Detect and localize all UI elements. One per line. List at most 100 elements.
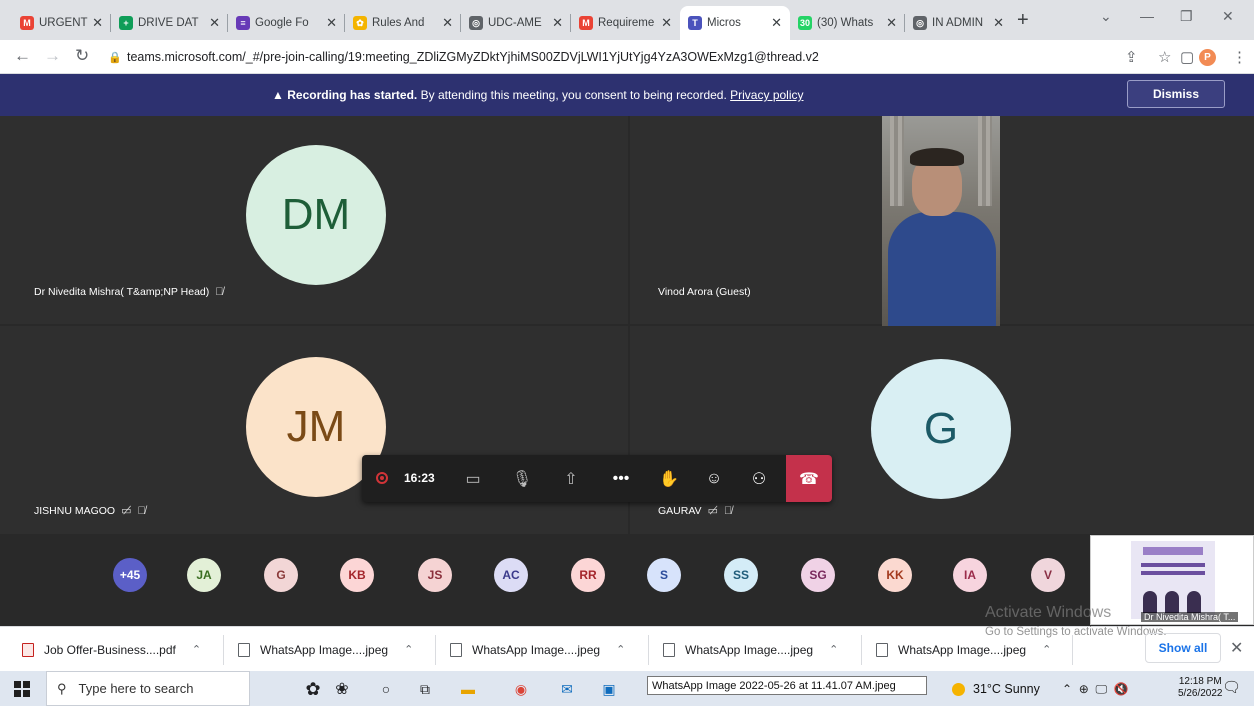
download-options-chevron-icon[interactable]: ⌃ bbox=[616, 643, 625, 656]
participant-avatar-chip[interactable]: KB bbox=[340, 558, 374, 592]
chrome-icon[interactable]: ◉ bbox=[510, 678, 532, 700]
participant-avatar-chip[interactable]: SG bbox=[801, 558, 835, 592]
participant-avatar-chip[interactable]: IA bbox=[953, 558, 987, 592]
globe-icon: ◎ bbox=[469, 16, 483, 30]
hang-up-button[interactable]: ☎ bbox=[786, 455, 832, 502]
browser-tab[interactable]: ✿ Rules And ✕ bbox=[345, 6, 461, 40]
share-icon[interactable]: ⇪ bbox=[1125, 48, 1138, 66]
participant-tile-jm[interactable]: JM JISHNU MAGOO ▭̸ 🎙̸ bbox=[0, 326, 628, 534]
bookmark-star-icon[interactable]: ☆ bbox=[1158, 48, 1171, 66]
taskbar-tooltip: WhatsApp Image 2022-05-26 at 11.41.07 AM… bbox=[647, 676, 927, 695]
system-tray[interactable]: ⌃ ⊕ 🖵 🔇 bbox=[1062, 682, 1129, 697]
mail-icon[interactable]: ✉ bbox=[556, 678, 578, 700]
bee-icon[interactable]: ❀ bbox=[331, 678, 353, 700]
shared-content-thumbnail[interactable]: Dr Nivedita Mishra( T... bbox=[1090, 535, 1254, 625]
volume-muted-icon[interactable]: 🔇 bbox=[1114, 682, 1129, 696]
download-options-chevron-icon[interactable]: ⌃ bbox=[829, 643, 838, 656]
url-text: teams.microsoft.com/_#/pre-join-calling/… bbox=[127, 50, 819, 64]
menu-dots-icon[interactable]: ⋮ bbox=[1232, 48, 1247, 66]
close-tab-icon[interactable]: ✕ bbox=[886, 15, 897, 31]
taskbar-search-box[interactable]: ⚲ Type here to search bbox=[46, 671, 250, 706]
camera-toggle-button[interactable]: ▭ bbox=[456, 455, 490, 502]
download-options-chevron-icon[interactable]: ⌃ bbox=[404, 643, 413, 656]
close-tab-icon[interactable]: ✕ bbox=[661, 15, 672, 31]
back-icon[interactable]: ← bbox=[14, 46, 31, 66]
participant-avatar-chip[interactable]: KK bbox=[878, 558, 912, 592]
close-download-bar-icon[interactable]: ✕ bbox=[1230, 638, 1243, 658]
participant-avatar-chip[interactable]: JS bbox=[418, 558, 452, 592]
participant-avatar-chip[interactable]: G bbox=[264, 558, 298, 592]
cortana-icon[interactable]: ○ bbox=[375, 678, 397, 700]
browser-tab-bar: M URGENT a ✕ + DRIVE DAT ✕ ≡ Google Fo ✕ ✿ Rules A… bbox=[0, 0, 1254, 40]
download-item[interactable]: WhatsApp Image....jpeg ⌃ bbox=[663, 627, 838, 672]
close-tab-icon[interactable]: ✕ bbox=[326, 15, 337, 31]
store-icon[interactable]: ▣ bbox=[598, 678, 620, 700]
participant-avatar-chip[interactable]: S bbox=[647, 558, 681, 592]
dismiss-button[interactable]: Dismiss bbox=[1127, 80, 1225, 108]
reload-icon[interactable]: ↻ bbox=[75, 46, 89, 66]
gmail-icon: M bbox=[579, 16, 593, 30]
browser-tab[interactable]: M Requireme ✕ bbox=[571, 6, 680, 40]
forward-icon[interactable]: → bbox=[44, 46, 61, 66]
close-window-button[interactable]: ✕ bbox=[1222, 8, 1234, 25]
share-screen-button[interactable]: ⇧ bbox=[554, 455, 588, 502]
browser-tab[interactable]: 30 (30) Whats ✕ bbox=[790, 6, 905, 40]
download-item[interactable]: Job Offer-Business....pdf ⌃ bbox=[22, 627, 201, 672]
activate-windows-watermark: Activate Windows bbox=[985, 604, 1112, 621]
privacy-policy-link[interactable]: Privacy policy bbox=[730, 88, 803, 102]
participant-avatar-chip[interactable]: V bbox=[1031, 558, 1065, 592]
participant-tile-dm[interactable]: DM Dr Nivedita Mishra( T&amp;NP Head) 🎙̸ bbox=[0, 116, 628, 324]
minimize-button[interactable]: — bbox=[1140, 8, 1154, 24]
participant-avatar-chip[interactable]: AC bbox=[494, 558, 528, 592]
browser-tab[interactable]: T Micros ✕ bbox=[680, 6, 790, 40]
file-explorer-icon[interactable]: ▬ bbox=[457, 678, 479, 700]
download-options-chevron-icon[interactable]: ⌃ bbox=[1042, 643, 1051, 656]
close-tab-icon[interactable]: ✕ bbox=[92, 15, 103, 31]
windows-start-icon[interactable] bbox=[14, 681, 30, 697]
participant-name: Vinod Arora (Guest) bbox=[658, 286, 751, 298]
sidepanel-icon[interactable]: ▢ bbox=[1180, 48, 1194, 66]
download-item[interactable]: WhatsApp Image....jpeg ⌃ bbox=[238, 627, 413, 672]
task-view-icon[interactable]: ⧉ bbox=[414, 678, 436, 700]
browser-tab[interactable]: ◎ UDC-AME ✕ bbox=[461, 6, 571, 40]
chat-button[interactable]: ☺ bbox=[697, 455, 731, 502]
close-tab-icon[interactable]: ✕ bbox=[442, 15, 453, 31]
browser-tab[interactable]: ◎ IN ADMIN ✕ bbox=[905, 6, 1012, 40]
download-item[interactable]: WhatsApp Image....jpeg ⌃ bbox=[450, 627, 625, 672]
participants-button[interactable]: ⚇ bbox=[742, 455, 776, 502]
participant-avatar-chip[interactable]: RR bbox=[571, 558, 605, 592]
url-field[interactable]: 🔒 teams.microsoft.com/_#/pre-join-callin… bbox=[108, 45, 1108, 69]
mic-toggle-button[interactable]: 🎙 bbox=[505, 455, 539, 502]
new-tab-button[interactable]: + bbox=[1017, 9, 1029, 32]
participant-avatar-chip[interactable]: SS bbox=[724, 558, 758, 592]
tab-title: (30) Whats bbox=[817, 17, 874, 29]
download-options-chevron-icon[interactable]: ⌃ bbox=[192, 643, 201, 656]
tray-chevron-icon[interactable]: ⌃ bbox=[1062, 682, 1072, 696]
clock-date: 5/26/2022 bbox=[1178, 688, 1223, 699]
meet-now-icon[interactable]: ⊕ bbox=[1079, 682, 1089, 696]
maximize-button[interactable]: ❐ bbox=[1180, 8, 1193, 25]
browser-tab[interactable]: ≡ Google Fo ✕ bbox=[228, 6, 345, 40]
participant-tile-g[interactable]: G GAURAV ▭̸ 🎙̸ bbox=[630, 326, 1254, 534]
browser-tab[interactable]: M URGENT a ✕ bbox=[12, 6, 111, 40]
tab-search-icon[interactable]: ⌄ bbox=[1100, 8, 1112, 25]
participant-avatar-chip[interactable]: JA bbox=[187, 558, 221, 592]
more-options-button[interactable]: ••• bbox=[604, 455, 638, 502]
raise-hand-button[interactable]: ✋ bbox=[652, 455, 686, 502]
tab-title: URGENT a bbox=[39, 17, 88, 29]
close-tab-icon[interactable]: ✕ bbox=[209, 15, 220, 31]
close-tab-icon[interactable]: ✕ bbox=[552, 15, 563, 31]
more-participants-badge[interactable]: +45 bbox=[113, 558, 147, 592]
browser-tab[interactable]: + DRIVE DAT ✕ bbox=[111, 6, 228, 40]
show-all-button[interactable]: Show all bbox=[1145, 633, 1221, 663]
profile-avatar[interactable]: P bbox=[1199, 49, 1216, 66]
image-file-icon bbox=[450, 642, 462, 657]
taskbar-clock[interactable]: 12:18 PM 5/26/2022 bbox=[1178, 676, 1223, 700]
weather-widget[interactable]: 31°C Sunny bbox=[952, 682, 1040, 696]
close-tab-icon[interactable]: ✕ bbox=[993, 15, 1004, 31]
network-icon[interactable]: 🖵 bbox=[1095, 682, 1107, 696]
close-tab-icon[interactable]: ✕ bbox=[771, 15, 782, 31]
notifications-icon[interactable]: 🗨 bbox=[1222, 678, 1241, 696]
flowers-icon[interactable]: ✿ bbox=[302, 678, 324, 700]
mic-muted-icon: 🎙̸ bbox=[137, 504, 146, 517]
